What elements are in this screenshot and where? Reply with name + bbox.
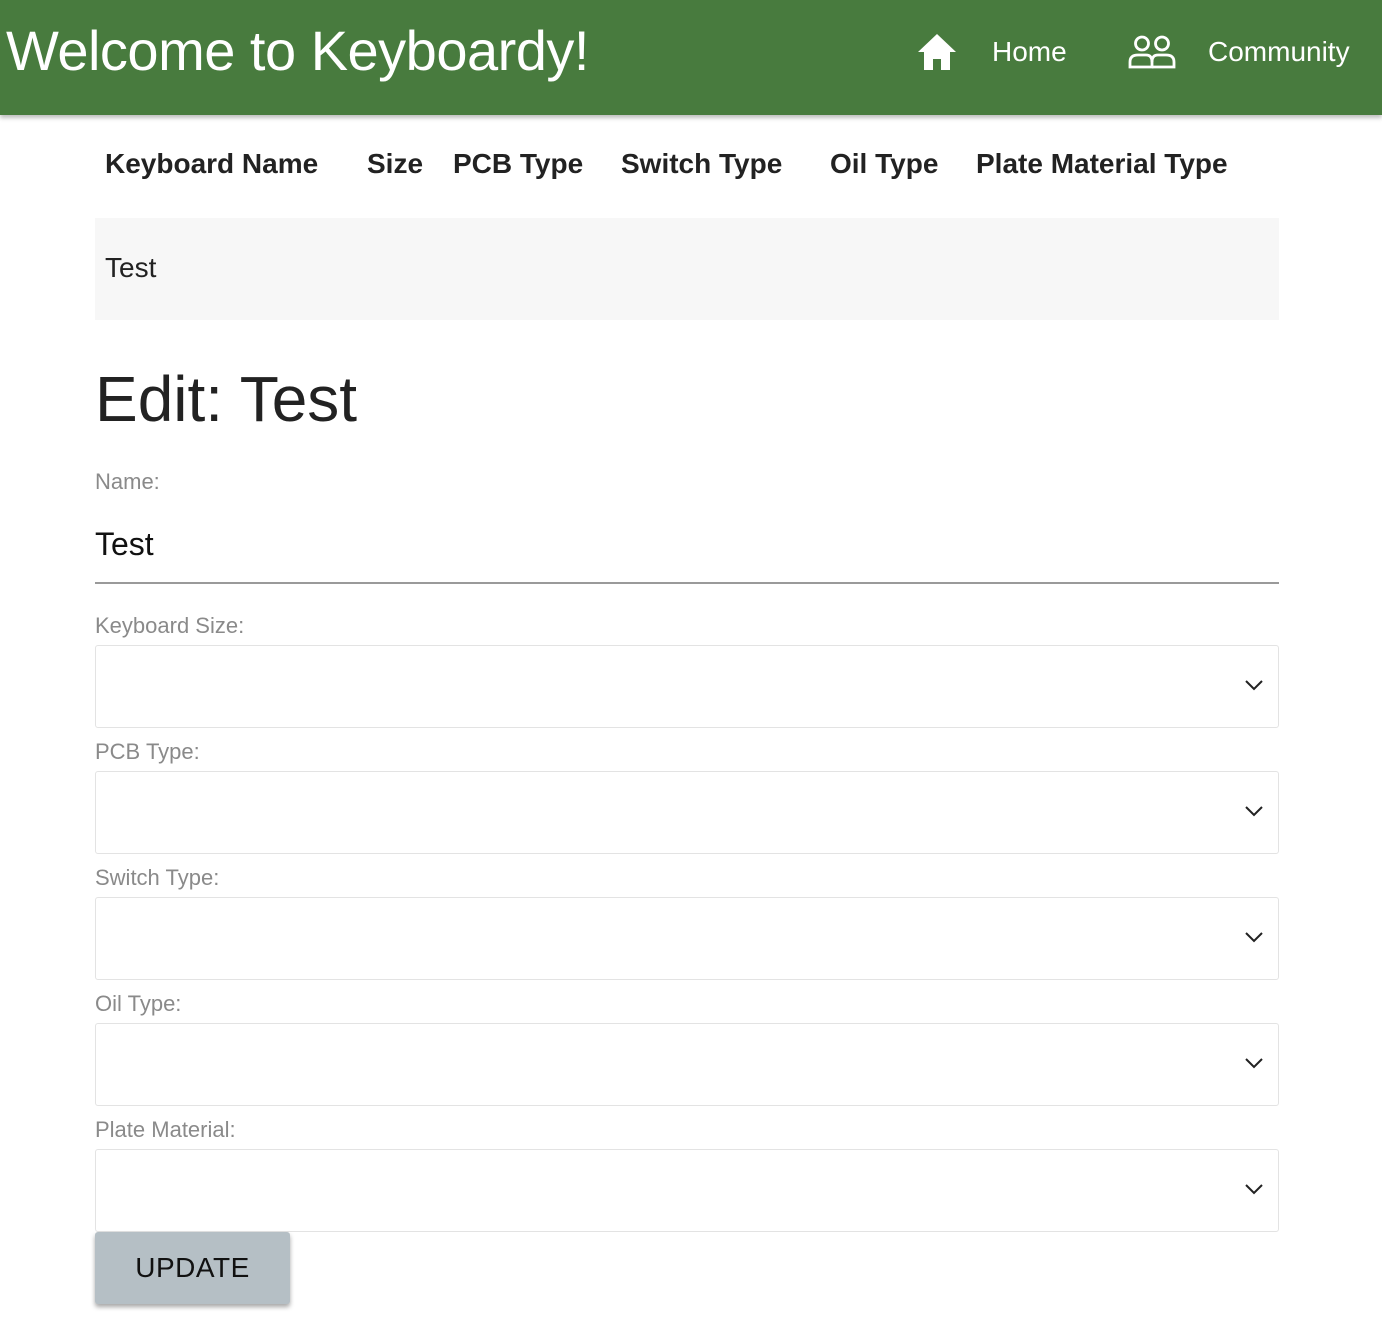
- edit-form-title: Edit: Test: [95, 363, 358, 435]
- name-input[interactable]: [95, 506, 1279, 584]
- chevron-down-icon: [1244, 1182, 1264, 1200]
- oil-type-select[interactable]: [95, 1023, 1279, 1106]
- column-header-size[interactable]: Size: [367, 148, 423, 180]
- keyboard-table-header: Keyboard Name Size PCB Type Switch Type …: [0, 148, 1382, 188]
- app-title: Welcome to Keyboardy!: [6, 19, 589, 82]
- column-header-oil-type[interactable]: Oil Type: [830, 148, 938, 180]
- nav-home-label: Home: [992, 36, 1067, 67]
- pcb-type-label: PCB Type:: [95, 739, 200, 764]
- update-button[interactable]: UPDATE: [95, 1232, 290, 1304]
- plate-material-label: Plate Material:: [95, 1117, 236, 1142]
- plate-material-select[interactable]: [95, 1149, 1279, 1232]
- chevron-down-icon: [1244, 804, 1264, 822]
- nav-home-link[interactable]: Home: [916, 30, 1067, 74]
- column-header-pcb-type[interactable]: PCB Type: [453, 148, 583, 180]
- people-icon: [1128, 35, 1176, 69]
- switch-type-select[interactable]: [95, 897, 1279, 980]
- nav-community-label: Community: [1208, 36, 1350, 67]
- column-header-keyboard-name[interactable]: Keyboard Name: [105, 148, 318, 180]
- home-icon: [916, 32, 958, 72]
- keyboard-size-select[interactable]: [95, 645, 1279, 728]
- column-header-switch-type[interactable]: Switch Type: [621, 148, 782, 180]
- chevron-down-icon: [1244, 1056, 1264, 1074]
- nav-community-link[interactable]: Community: [1128, 30, 1350, 74]
- chevron-down-icon: [1244, 930, 1264, 948]
- switch-type-label: Switch Type:: [95, 865, 220, 890]
- table-cell-keyboard-name: Test: [105, 252, 157, 283]
- pcb-type-select[interactable]: [95, 771, 1279, 854]
- name-field-label: Name:: [95, 469, 160, 494]
- table-row[interactable]: Test: [95, 218, 1279, 320]
- chevron-down-icon: [1244, 678, 1264, 696]
- column-header-plate-material-type[interactable]: Plate Material Type: [976, 148, 1228, 180]
- app-header: Welcome to Keyboardy! Home Community: [0, 0, 1382, 115]
- keyboard-size-label: Keyboard Size:: [95, 613, 245, 638]
- oil-type-label: Oil Type:: [95, 991, 182, 1016]
